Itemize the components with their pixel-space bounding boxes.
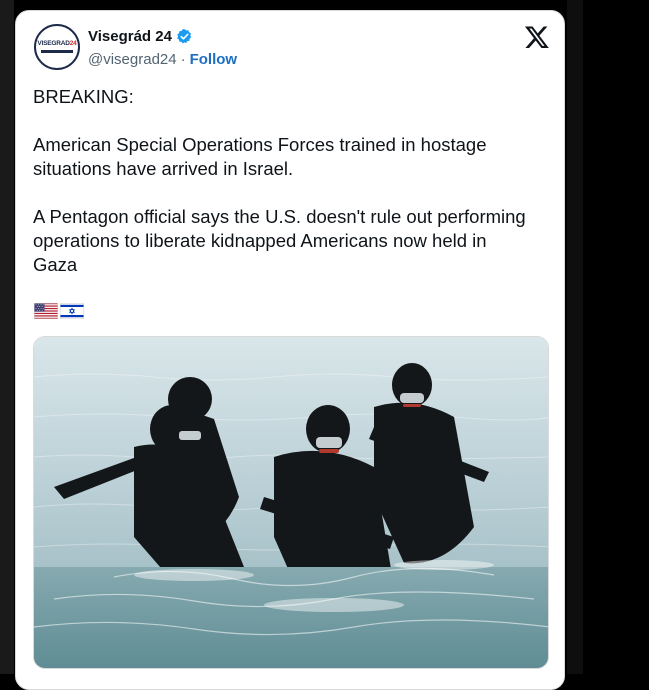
us-flag-icon [34,303,58,319]
israel-flag-icon [60,303,84,319]
avatar[interactable]: VISEGRAD24 [34,24,80,70]
author-name[interactable]: Visegrád 24 [88,28,172,45]
tweet-paragraph-pentagon: A Pentagon official says the U.S. doesn'… [33,206,526,275]
tweet-card[interactable]: VISEGRAD24 Visegrád 24 @visegrad24 · Fol… [15,10,565,690]
tweet-paragraph-breaking: BREAKING: [33,86,134,107]
tweet-paragraph-arrival: American Special Operations Forces train… [33,134,487,179]
background-left-strip [0,0,14,674]
avatar-logo-bar [41,49,73,53]
handle-separator: · [180,51,186,68]
author-name-row: Visegrád 24 [88,28,193,45]
tweet-text: BREAKING: American Special Operations Fo… [33,85,533,301]
follow-button[interactable]: Follow [190,51,238,68]
divers-photo [34,337,548,668]
tweet-media[interactable] [33,336,549,669]
author-handle[interactable]: @visegrad24 [88,51,177,68]
flag-emojis [34,303,84,319]
avatar-logo: VISEGRAD24 [37,40,77,48]
background-right-strip [567,0,583,674]
author-handle-row: @visegrad24 · Follow [88,51,237,68]
x-logo-icon[interactable] [524,24,550,50]
verified-badge-icon [177,29,192,44]
